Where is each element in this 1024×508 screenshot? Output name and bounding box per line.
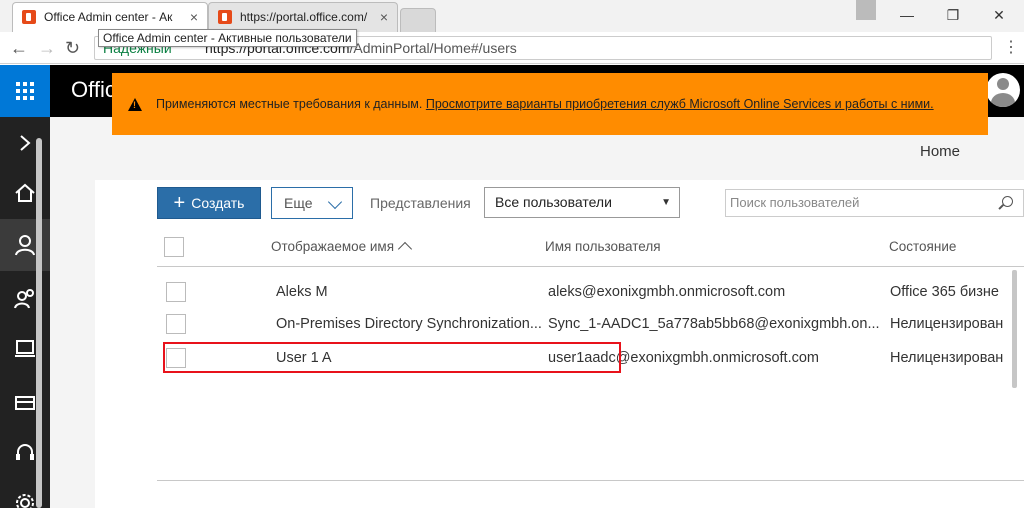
billing-icon — [15, 396, 35, 410]
forward-arrow-icon[interactable]: → — [38, 38, 56, 59]
tab-title: https://portal.office.com/ — [240, 10, 368, 24]
sort-ascending-icon — [397, 241, 413, 257]
tab-close-icon[interactable]: × — [380, 9, 388, 25]
home-icon — [15, 183, 35, 202]
office-favicon-icon — [22, 10, 36, 24]
header-divider — [157, 266, 1024, 267]
highlight-box — [163, 342, 621, 373]
maximize-button[interactable]: ❐ — [930, 0, 976, 30]
settings-icon — [16, 494, 34, 508]
support-icon — [16, 444, 34, 460]
browser-tab[interactable]: https://portal.office.com/ × — [208, 2, 398, 32]
chevron-right-icon — [20, 135, 31, 151]
tab-close-icon[interactable]: × — [190, 9, 198, 25]
plus-icon: + — [173, 192, 186, 214]
avatar[interactable] — [986, 73, 1020, 107]
column-header-display-name[interactable]: Отображаемое имя — [271, 239, 413, 257]
more-button[interactable]: Еще — [271, 187, 353, 219]
browser-menu-icon[interactable]: ⋮ — [1003, 37, 1019, 57]
nav-scrollbar[interactable] — [36, 138, 42, 508]
table-scrollbar[interactable] — [1012, 270, 1017, 388]
chevron-down-icon — [327, 194, 343, 210]
browser-profile-icon[interactable] — [856, 0, 876, 20]
row-checkbox[interactable] — [166, 314, 186, 334]
user-icon — [15, 235, 35, 256]
tab-tooltip: Office Admin center - Активные пользоват… — [98, 29, 357, 47]
banner-message: Применяются местные требования к данным.… — [156, 97, 934, 111]
sidebar-item-support[interactable] — [0, 427, 50, 479]
row-status: Office 365 бизне — [890, 284, 999, 300]
column-header-status[interactable]: Состояние — [889, 239, 956, 254]
tab-title: Office Admin center - Ак — [44, 10, 173, 24]
breadcrumb-home[interactable]: Home — [920, 143, 960, 160]
views-selected: Все пользователи — [495, 194, 612, 210]
data-requirements-banner: Применяются местные требования к данным.… — [112, 73, 988, 135]
table-footer-divider — [157, 480, 1024, 481]
column-header-username[interactable]: Имя пользователя — [545, 239, 661, 254]
views-label: Представления — [370, 195, 471, 211]
new-tab-button[interactable] — [400, 2, 436, 32]
sidebar-item-devices[interactable] — [0, 323, 50, 375]
browser-tab-active[interactable]: Office Admin center - Ак × — [12, 2, 208, 32]
left-nav-rail — [0, 117, 50, 508]
sidebar-item-users[interactable] — [0, 219, 50, 271]
sidebar-item-billing[interactable] — [0, 377, 50, 429]
select-all-checkbox[interactable] — [164, 237, 184, 257]
row-display-name[interactable]: Aleks M — [276, 284, 538, 300]
expand-nav-button[interactable] — [0, 117, 50, 169]
sidebar-item-home[interactable] — [0, 167, 50, 219]
url-path: /AdminPortal/Home#/users — [349, 40, 517, 56]
close-window-button[interactable]: ✕ — [976, 0, 1022, 30]
row-checkbox[interactable] — [166, 282, 186, 302]
groups-icon — [14, 289, 34, 309]
row-status: Нелицензирован — [890, 350, 1004, 366]
reload-icon[interactable]: ↻ — [65, 38, 80, 59]
search-icon[interactable] — [1002, 196, 1013, 207]
views-dropdown[interactable]: Все пользователи ▼ — [484, 187, 680, 218]
warning-icon — [128, 97, 142, 111]
row-username: Sync_1-AADC1_5a778ab5bb68@exonixgmbh.on.… — [548, 316, 880, 332]
back-arrow-icon[interactable]: ← — [10, 38, 28, 59]
create-user-button[interactable]: + Создать — [157, 187, 261, 219]
banner-text: Применяются местные требования к данным. — [156, 97, 423, 111]
dropdown-arrow-icon: ▼ — [661, 197, 671, 208]
search-input[interactable]: Поиск пользователей — [725, 189, 1024, 217]
more-label: Еще — [284, 195, 313, 211]
row-status: Нелицензирован — [890, 316, 1004, 332]
banner-link[interactable]: Просмотрите варианты приобретения служб … — [426, 97, 934, 111]
app-launcher-icon[interactable] — [0, 65, 50, 117]
create-label: Создать — [191, 195, 245, 211]
column-display-name-label: Отображаемое имя — [271, 239, 395, 254]
row-display-name[interactable]: On-Premises Directory Synchronization... — [276, 316, 548, 332]
devices-icon — [15, 340, 35, 357]
sidebar-item-groups[interactable] — [0, 273, 50, 325]
office-favicon-icon — [218, 10, 232, 24]
search-placeholder: Поиск пользователей — [730, 195, 860, 210]
browser-tab-strip: Office Admin center - Ак × https://porta… — [0, 0, 1024, 32]
tab-shape — [400, 8, 436, 32]
row-username: aleks@exonixgmbh.onmicrosoft.com — [548, 284, 786, 300]
sidebar-item-settings[interactable] — [0, 477, 50, 508]
minimize-button[interactable]: — — [884, 0, 930, 30]
